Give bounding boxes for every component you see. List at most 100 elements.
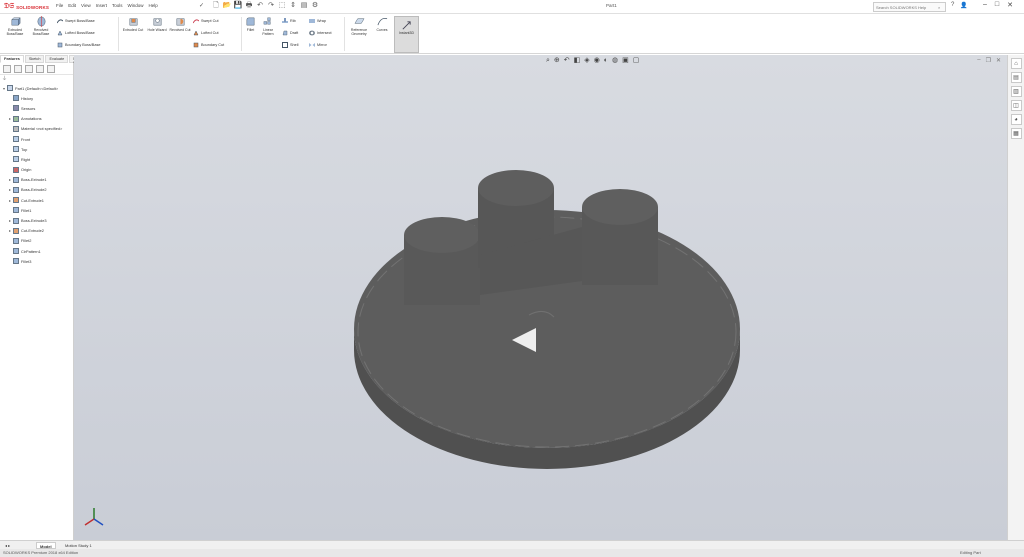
mirror-button[interactable]: Mirror — [309, 42, 327, 48]
menu-help[interactable]: Help — [149, 3, 158, 8]
boundary-bossbase-button[interactable]: Boundary Boss/Base — [57, 42, 100, 48]
tab-evaluate[interactable]: Evaluate — [45, 55, 69, 63]
feature-tree-root[interactable]: ▾ Part1 (Default<<Default> — [1, 83, 73, 93]
curves-button[interactable]: Curves — [373, 16, 391, 32]
revolved-cut-button[interactable]: Revolved Cut — [169, 16, 191, 32]
configuration-manager-tab-icon[interactable] — [25, 64, 33, 73]
app-logo[interactable]: 𝔇𝔖 SOLIDWORKS — [4, 2, 50, 12]
feature-tree-item[interactable]: Origin — [1, 165, 73, 175]
feature-tree-label: Fillet2 — [21, 238, 32, 244]
annotation-icon — [13, 115, 19, 122]
extruded-bossbase-button[interactable]: Extruded Boss/Base — [3, 16, 27, 36]
display-manager-tab-icon[interactable] — [47, 64, 55, 73]
feature-tree-item[interactable]: Fillet2 — [1, 236, 73, 246]
draft-icon — [282, 30, 288, 36]
feature-tree-label: Boss-Extrude1 — [21, 177, 47, 183]
hole-wizard-button[interactable]: Hole Wizard — [146, 16, 168, 32]
menu-insert[interactable]: Insert — [96, 3, 107, 8]
minimize-icon[interactable]: – — [983, 1, 987, 9]
rebuild-icon[interactable]: ⇕ — [289, 2, 297, 10]
feature-tree-label: Material <not specified> — [21, 126, 63, 132]
search-input[interactable] — [876, 4, 938, 10]
extruded-cut-button[interactable]: Extruded Cut — [121, 16, 145, 32]
feature-tree-item[interactable]: ▸ Cut-Extrude1 — [1, 195, 73, 205]
rib-button[interactable]: Rib — [282, 18, 296, 24]
wrap-button[interactable]: Wrap — [309, 18, 326, 24]
custom-properties-icon[interactable]: ▦ — [1010, 128, 1022, 139]
feature-tree-tab-icon[interactable] — [3, 64, 11, 73]
dimxpert-tab-icon[interactable] — [36, 64, 44, 73]
swept-cut-button[interactable]: Swept Cut — [193, 18, 219, 24]
file-props-icon[interactable]: ▤ — [300, 2, 308, 10]
pin-icon[interactable]: ✓ — [199, 2, 204, 9]
view-palette-icon[interactable]: ◫ — [1010, 100, 1022, 111]
open-icon[interactable]: 📂 — [223, 2, 232, 10]
tab-sketch[interactable]: Sketch — [24, 55, 45, 63]
save-icon[interactable]: 💾 — [234, 2, 243, 10]
feature-tree-item[interactable]: Material <not specified> — [1, 124, 73, 134]
feature-tree-item[interactable]: Front — [1, 134, 73, 144]
design-library-icon[interactable]: ▤ — [1010, 72, 1022, 83]
swept-bossbase-button[interactable]: Swept Boss/Base — [57, 18, 95, 24]
intersect-button[interactable]: Intersect — [309, 30, 332, 36]
feature-tree-item[interactable]: CirPattern1 — [1, 246, 73, 256]
menu-view[interactable]: View — [81, 3, 91, 8]
close-icon[interactable]: ✕ — [1007, 1, 1013, 9]
appearances-icon[interactable]: ◕ — [1010, 114, 1022, 125]
fillet-icon — [246, 17, 255, 26]
fillet-button[interactable]: Fillet — [244, 16, 257, 32]
feature-tree-item[interactable]: Top — [1, 144, 73, 154]
feature-tree-label: Sensors — [21, 105, 36, 111]
menu-edit[interactable]: Edit — [68, 3, 76, 8]
boundary-cut-button[interactable]: Boundary Cut — [193, 42, 224, 48]
maximize-icon[interactable]: □ — [995, 1, 999, 9]
menu-tools[interactable]: Tools — [112, 3, 123, 8]
feature-tree-item[interactable]: ▸ Boss-Extrude2 — [1, 185, 73, 195]
redo-icon[interactable]: ↷ — [267, 2, 275, 10]
options-icon[interactable]: ⚙ — [311, 2, 319, 10]
feature-tree-item[interactable]: ▸ Boss-Extrude1 — [1, 175, 73, 185]
search-icon[interactable]: ⌕ — [938, 5, 940, 10]
tab-motion-study[interactable]: Motion Study 1 — [62, 542, 95, 549]
feature-tree-item[interactable]: History — [1, 93, 73, 103]
fillet-icon — [13, 258, 19, 265]
menu-file[interactable]: File — [56, 3, 63, 8]
lofted-bossbase-button[interactable]: Lofted Boss/Base — [57, 30, 95, 36]
revolved-bossbase-button[interactable]: Revolved Boss/Base — [29, 16, 53, 36]
feature-tree-item[interactable]: Fillet1 — [1, 205, 73, 215]
help-icon[interactable]: ? — [951, 2, 954, 9]
select-icon[interactable]: ⬚ — [278, 2, 286, 10]
tab-model[interactable]: Model — [36, 542, 56, 549]
print-icon[interactable]: 🖶 — [245, 2, 253, 10]
feature-tree-item[interactable]: ▸ Boss-Extrude3 — [1, 215, 73, 225]
feature-tree-item[interactable]: Fillet3 — [1, 256, 73, 266]
instant3d-button[interactable]: Instant3D — [394, 16, 419, 53]
lofted-cut-button[interactable]: Lofted Cut — [193, 30, 219, 36]
reference-geometry-button[interactable]: Reference Geometry — [347, 16, 371, 36]
lofted-cut-icon — [193, 30, 199, 36]
revolve-cut-icon — [176, 18, 184, 26]
tab-nav-arrows[interactable]: ◂ ▸ — [2, 542, 13, 549]
new-doc-icon[interactable]: 🗋 — [212, 2, 220, 10]
draft-button[interactable]: Draft — [282, 30, 298, 36]
tab-features[interactable]: Features — [0, 55, 24, 63]
menu-window[interactable]: Window — [128, 3, 144, 8]
feature-tree-item[interactable]: Right — [1, 154, 73, 164]
graphics-area[interactable]: ⌕ ⊕ ↶ ◧ ◈ ◉ ◐ ◍ ▣ ▢ – ❐ ✕ — [74, 55, 1007, 540]
shell-button[interactable]: Shell — [282, 42, 298, 48]
solidworks-resources-icon[interactable]: ⌂ — [1010, 58, 1022, 69]
property-manager-tab-icon[interactable] — [14, 64, 22, 73]
help-search[interactable]: ⌕ — [873, 2, 946, 12]
feature-tree-item[interactable]: ▸ Cut-Extrude2 — [1, 226, 73, 236]
feature-tree-item[interactable]: ▸ Annotations — [1, 114, 73, 124]
filter-icon[interactable]: ⏚ — [0, 75, 73, 83]
feature-tree-item[interactable]: Sensors — [1, 103, 73, 113]
feature-tree-label: Front — [21, 136, 31, 142]
task-pane: ⌂ ▤ ▥ ◫ ◕ ▦ — [1007, 55, 1024, 540]
undo-icon[interactable]: ↶ — [256, 2, 264, 10]
ribbon-divider — [241, 17, 242, 51]
part-model[interactable] — [74, 55, 1007, 540]
file-explorer-icon[interactable]: ▥ — [1010, 86, 1022, 97]
user-icon[interactable]: 👤 — [960, 2, 967, 9]
linear-pattern-button[interactable]: Linear Pattern — [258, 16, 278, 36]
